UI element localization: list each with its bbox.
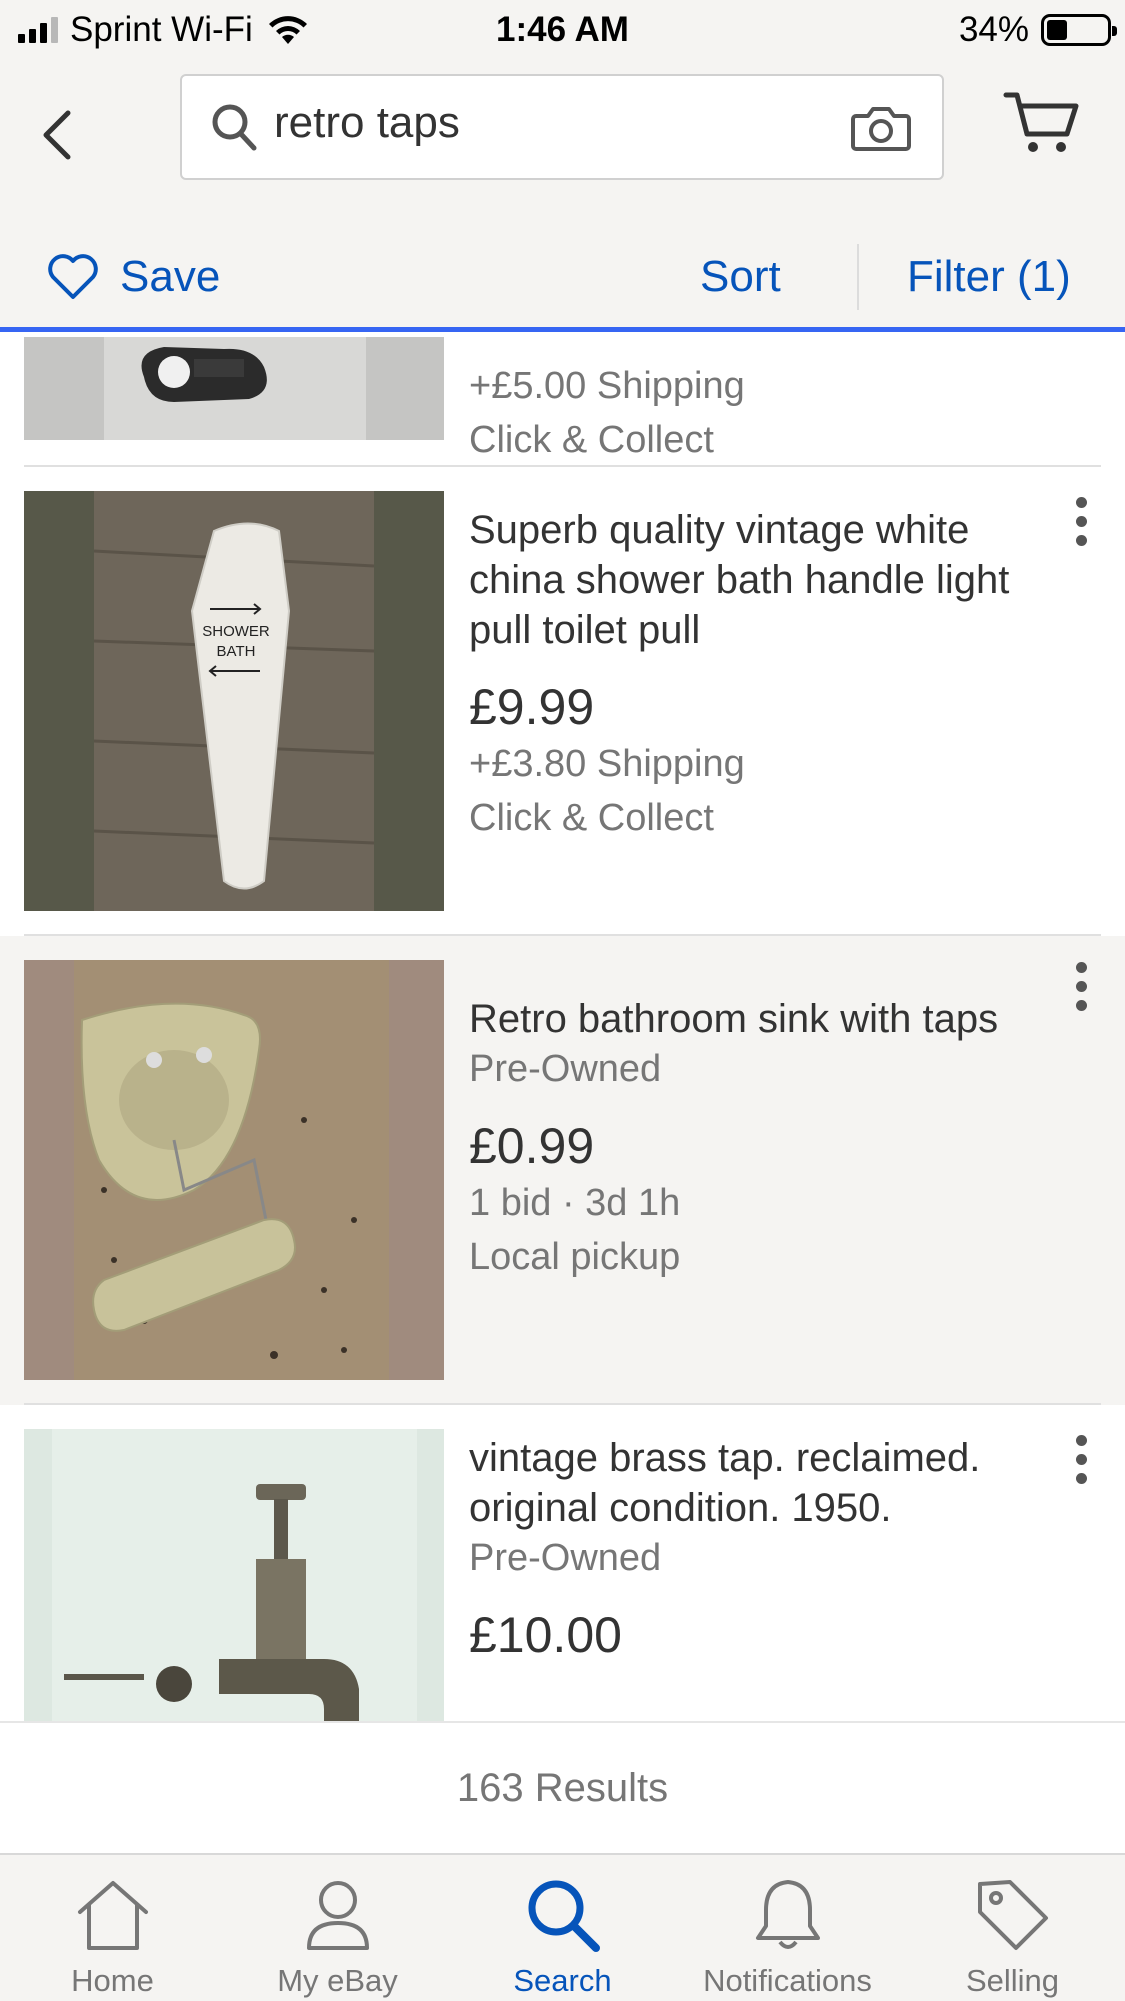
listing-item[interactable]: Retro bathroom sink with taps Pre-Owned …: [0, 936, 1125, 1405]
listing-bids: 1 bid · 3d 1h: [469, 1182, 681, 1224]
handle-text-bath: BATH: [217, 643, 256, 660]
filter-button[interactable]: Filter (1): [907, 232, 1071, 322]
tab-search[interactable]: Search: [450, 1855, 675, 2001]
listing-thumbnail[interactable]: [24, 337, 444, 440]
listing-thumbnail[interactable]: SHOWER BATH: [24, 491, 444, 911]
listing-info: vintage brass tap. reclaimed. original c…: [469, 1433, 1055, 1665]
more-options-icon[interactable]: [1071, 1435, 1091, 1484]
tab-home-label: Home: [71, 1963, 154, 1998]
tag-icon: [977, 1880, 1048, 1950]
brass-tap-photo: [52, 1429, 417, 1721]
home-icon: [77, 1881, 148, 1950]
listing-price: £9.99: [469, 679, 595, 735]
toolbar-divider: [857, 244, 859, 310]
listing-item[interactable]: SHOWER BATH Superb quality vintage white…: [0, 467, 1125, 936]
listing-item[interactable]: +£5.00 Shipping Click & Collect: [0, 337, 1125, 467]
listing-info: Retro bathroom sink with taps Pre-Owned …: [469, 994, 1055, 1284]
camera-icon[interactable]: [850, 104, 912, 152]
tab-my-ebay[interactable]: My eBay: [225, 1855, 450, 2001]
save-search-button[interactable]: Save: [46, 232, 220, 322]
tab-home[interactable]: Home: [0, 1855, 225, 2001]
listing-delivery: Local pickup: [469, 1236, 681, 1278]
listing-delivery: Click & Collect: [469, 419, 714, 461]
heart-icon: [48, 254, 98, 299]
search-icon: [528, 1880, 600, 1952]
back-button[interactable]: [40, 100, 90, 170]
status-right: 34%: [958, 10, 1117, 50]
results-list[interactable]: +£5.00 Shipping Click & Collect SHOWER B…: [0, 337, 1125, 1721]
listing-condition: Pre-Owned: [469, 1537, 662, 1579]
cart-button[interactable]: [1003, 90, 1081, 161]
listing-condition: Pre-Owned: [469, 1048, 662, 1090]
tab-selling-label: Selling: [965, 1963, 1060, 1998]
tab-search-label: Search: [513, 1963, 612, 1998]
handle-text-shower: SHOWER: [202, 623, 270, 640]
signal-strength-icon: [18, 17, 58, 43]
cart-icon: [1003, 92, 1079, 152]
battery-level: [1047, 20, 1067, 40]
result-toolbar: Save Sort Filter (1): [0, 232, 1125, 327]
tap-photo: [104, 337, 366, 440]
more-options-icon[interactable]: [1071, 962, 1091, 1011]
sink-photo: [74, 960, 389, 1380]
search-header: retro taps Save Sort Filter (1): [0, 62, 1125, 332]
bottom-tab-bar: Home My eBay Search Notifications Sellin…: [0, 1853, 1125, 2001]
battery-icon: [1041, 14, 1117, 46]
search-query: retro taps: [274, 98, 460, 147]
search-icon: [212, 104, 257, 151]
carrier-label: Sprint Wi-Fi: [70, 10, 253, 49]
listing-title[interactable]: Superb quality vintage white china showe…: [469, 505, 1055, 655]
sort-button[interactable]: Sort: [700, 232, 781, 322]
listing-thumbnail[interactable]: [24, 1429, 444, 1721]
listing-item[interactable]: vintage brass tap. reclaimed. original c…: [0, 1405, 1125, 1721]
listing-price: £0.99: [469, 1118, 595, 1174]
battery-percent: 34%: [958, 10, 1029, 49]
listing-info: +£5.00 Shipping Click & Collect: [469, 359, 1055, 467]
tab-notifications[interactable]: Notifications: [675, 1855, 900, 2001]
search-input[interactable]: retro taps: [180, 74, 944, 180]
wifi-icon: [268, 16, 307, 44]
more-options-icon[interactable]: [1071, 497, 1091, 546]
listing-price: £10.00: [469, 1607, 622, 1663]
tab-my-ebay-label: My eBay: [277, 1963, 398, 1998]
listing-shipping: +£3.80 Shipping: [469, 743, 745, 785]
bell-icon: [755, 1880, 820, 1949]
user-icon: [306, 1881, 369, 1950]
listing-shipping: +£5.00 Shipping: [469, 365, 745, 407]
listing-title[interactable]: vintage brass tap. reclaimed. original c…: [469, 1433, 1055, 1533]
status-left: Sprint Wi-Fi: [18, 10, 309, 50]
chevron-left-icon: [43, 110, 71, 160]
save-label: Save: [120, 252, 221, 301]
tab-selling[interactable]: Selling: [900, 1855, 1125, 2001]
listing-thumbnail[interactable]: [24, 960, 444, 1380]
status-bar: Sprint Wi-Fi 1:46 AM 34%: [0, 0, 1125, 62]
listing-title[interactable]: Retro bathroom sink with taps: [469, 994, 1055, 1044]
shower-handle-photo: SHOWER BATH: [93, 491, 375, 911]
listing-info: Superb quality vintage white china showe…: [469, 505, 1055, 845]
results-count: 163 Results: [0, 1721, 1125, 1853]
listing-delivery: Click & Collect: [469, 797, 714, 839]
tab-notifications-label: Notifications: [703, 1963, 872, 1998]
